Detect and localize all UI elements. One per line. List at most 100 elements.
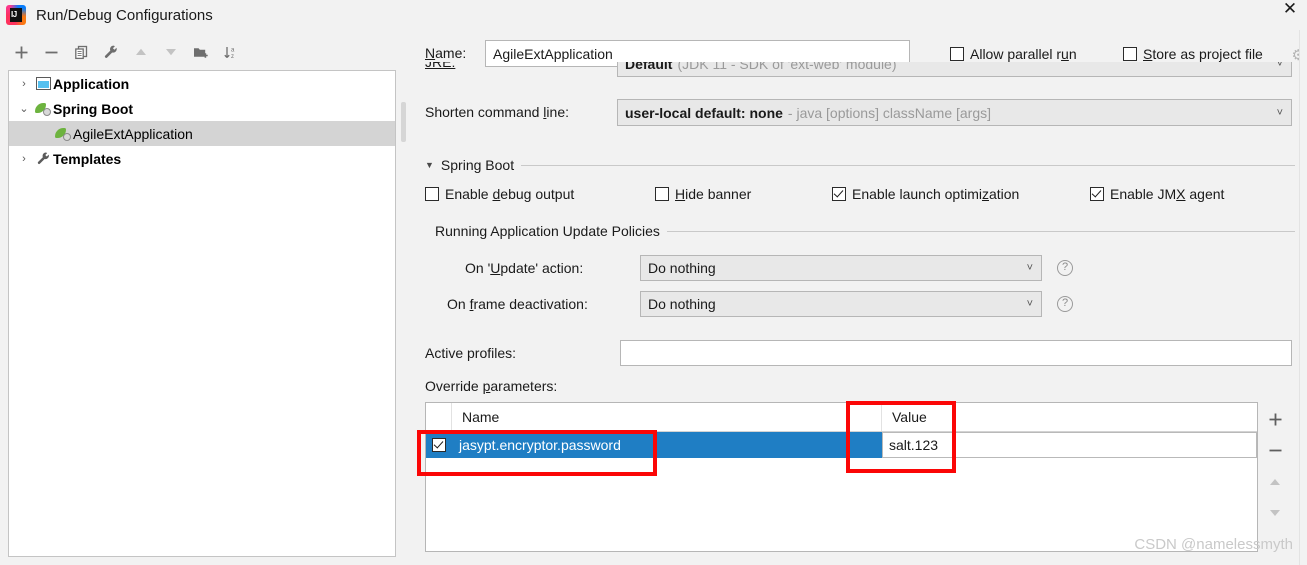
store-as-project-file-label: Store as project file (1143, 46, 1263, 62)
configurations-tree[interactable]: › Application ⌄ Spring Boot AgileExtAppl… (8, 70, 396, 557)
enable-launch-optimization-checkbox[interactable]: Enable launch optimization (832, 186, 1019, 202)
jre-combo[interactable]: Default (JDK 11 - SDK of 'ext-web' modul… (617, 62, 1292, 77)
active-profiles-input[interactable] (620, 340, 1292, 366)
table-header-row: Name Value (426, 403, 1257, 432)
sort-alphabetically-button[interactable]: a z (216, 38, 246, 66)
dialog-scrollbar[interactable] (1299, 30, 1307, 565)
edit-templates-button[interactable] (96, 38, 126, 66)
on-update-action-value: Do nothing (648, 260, 716, 276)
on-frame-deactivation-combo[interactable]: Do nothing ˅ (640, 291, 1042, 317)
hide-banner-checkbox[interactable]: Hide banner (655, 186, 751, 202)
configuration-editor-pane: Name: AgileExtApplication Allow parallel… (410, 0, 1307, 565)
arrow-down-icon (166, 49, 176, 56)
checkbox-box[interactable] (832, 187, 846, 201)
allow-parallel-run-label: Allow parallel run (970, 46, 1077, 62)
panel-splitter[interactable] (400, 62, 407, 562)
on-update-action-combo[interactable]: Do nothing ˅ (640, 255, 1042, 281)
separator-line (666, 230, 1295, 232)
run-debug-configurations-dialog: Run/Debug Configurations ✕ (0, 0, 1307, 565)
on-frame-deactivation-value: Do nothing (648, 296, 716, 312)
tree-item-label: Templates (53, 150, 122, 167)
chevron-down-icon[interactable]: ˅ (1277, 107, 1283, 119)
tree-item-label: AgileExtApplication (73, 125, 193, 142)
chevron-down-icon[interactable]: ˅ (1027, 262, 1033, 274)
jre-value: Default (625, 62, 673, 72)
jre-label: JRE: (425, 62, 456, 70)
help-icon[interactable]: ? (1057, 296, 1073, 312)
spring-boot-icon (33, 102, 53, 116)
table-header-check (426, 403, 452, 431)
shorten-value: user-local default: none (625, 104, 783, 121)
remove-parameter-button[interactable] (1262, 435, 1288, 466)
table-row[interactable]: jasypt.encryptor.password salt.123 (426, 432, 1257, 458)
watermark-text: CSDN @namelessmyth (1134, 536, 1293, 553)
tree-item-application[interactable]: › Application (9, 71, 395, 96)
wrench-icon (33, 151, 53, 166)
shorten-command-line-combo[interactable]: user-local default: none - java [options… (617, 99, 1292, 126)
table-side-buttons (1262, 404, 1288, 528)
chevron-down-icon[interactable]: ⌄ (15, 102, 33, 115)
folder-add-icon (194, 47, 208, 58)
add-parameter-button[interactable] (1262, 404, 1288, 435)
triangle-down-icon[interactable]: ▼ (425, 160, 434, 170)
add-configuration-button[interactable] (6, 38, 36, 66)
move-parameter-up-button[interactable] (1262, 466, 1288, 497)
name-input-value: AgileExtApplication (493, 45, 613, 62)
checkbox-box[interactable] (655, 187, 669, 201)
svg-text:a: a (231, 47, 235, 53)
new-folder-button[interactable] (186, 38, 216, 66)
help-icon[interactable]: ? (1057, 260, 1073, 276)
table-header-value[interactable]: Value (882, 403, 1257, 431)
intellij-idea-logo-icon (6, 5, 26, 25)
chevron-down-icon[interactable]: ˅ (1027, 298, 1033, 310)
copy-configuration-button[interactable] (66, 38, 96, 66)
enable-debug-output-checkbox[interactable]: Enable debug output (425, 186, 574, 202)
move-parameter-down-button[interactable] (1262, 497, 1288, 528)
parameter-name-cell[interactable]: jasypt.encryptor.password (452, 432, 882, 458)
table-header-name[interactable]: Name (452, 403, 882, 431)
chevron-right-icon[interactable]: › (15, 78, 33, 90)
override-parameters-label: Override parameters: (425, 378, 558, 394)
shorten-command-line-label: Shorten command line: (425, 104, 569, 120)
checkbox-box[interactable] (1090, 187, 1104, 201)
chevron-down-icon[interactable]: ˅ (1277, 62, 1283, 70)
tree-item-spring-boot[interactable]: ⌄ Spring Boot (9, 96, 395, 121)
remove-configuration-button[interactable] (36, 38, 66, 66)
checkbox-box[interactable] (1123, 47, 1137, 61)
move-up-button[interactable] (126, 38, 156, 66)
update-policies-title: Running Application Update Policies (435, 223, 660, 239)
application-icon (33, 77, 53, 90)
configurations-toolbar: a z (6, 36, 396, 68)
active-profiles-label: Active profiles: (425, 345, 517, 361)
spring-boot-group-header[interactable]: ▼ Spring Boot (425, 157, 1295, 173)
enable-launch-optimization-label: Enable launch optimization (852, 186, 1020, 202)
arrow-down-icon (1270, 509, 1280, 516)
move-down-button[interactable] (156, 38, 186, 66)
override-parameters-table[interactable]: Name Value jasypt.encryptor.password sal… (425, 402, 1258, 552)
minus-icon (45, 51, 57, 53)
wrench-icon (104, 45, 117, 58)
sort-az-icon: a z (224, 46, 235, 60)
parameter-value-cell[interactable]: salt.123 (882, 432, 1257, 458)
spring-boot-icon (53, 127, 73, 141)
allow-parallel-run-checkbox[interactable]: Allow parallel run (950, 46, 1077, 62)
chevron-right-icon[interactable]: › (15, 153, 33, 165)
jre-row: JRE: Default (JDK 11 - SDK of 'ext-web' … (410, 62, 1307, 82)
checkbox-box[interactable] (425, 187, 439, 201)
tree-item-templates[interactable]: › Templates (9, 146, 395, 171)
parameter-enabled-checkbox[interactable] (426, 432, 452, 458)
checkbox-box[interactable] (950, 47, 964, 61)
tree-item-agileextapplication[interactable]: AgileExtApplication (9, 121, 395, 146)
separator-line (521, 164, 1295, 166)
arrow-up-icon (136, 48, 146, 55)
on-update-action-label: On 'Update' action: (465, 260, 584, 276)
enable-jmx-agent-checkbox[interactable]: Enable JMX agent (1090, 186, 1224, 202)
minus-icon (1269, 449, 1281, 452)
tree-item-label: Application (53, 75, 130, 92)
enable-debug-output-label: Enable debug output (445, 186, 575, 202)
store-as-project-file-checkbox[interactable]: Store as project file (1123, 46, 1263, 62)
jre-value-detail: (JDK 11 - SDK of 'ext-web' module) (677, 62, 897, 72)
checkbox-box[interactable] (432, 438, 446, 452)
name-label: Name: (425, 45, 467, 61)
tree-item-label: Spring Boot (53, 100, 134, 117)
